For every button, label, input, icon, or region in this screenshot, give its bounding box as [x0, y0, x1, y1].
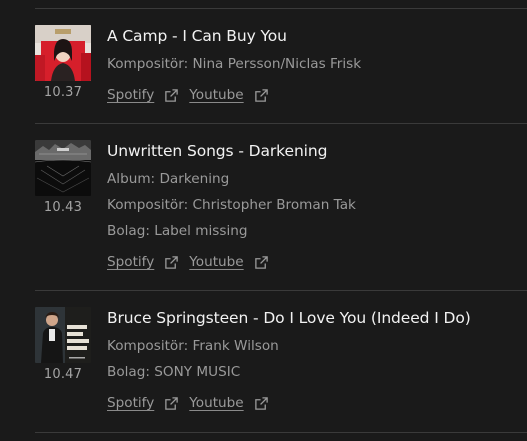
- album-cover[interactable]: [35, 25, 91, 81]
- spotify-link[interactable]: Spotify: [107, 395, 179, 411]
- youtube-link[interactable]: Youtube: [189, 395, 268, 411]
- track-item: 10.37 A Camp - I Can Buy You Kompositör:…: [0, 25, 527, 120]
- track-links: Spotify Youtube: [107, 87, 279, 103]
- composer: Kompositör: Nina Persson/Niclas Frisk: [107, 56, 362, 72]
- external-link-icon: [254, 396, 268, 410]
- external-link-icon: [254, 88, 268, 102]
- label: Bolag: SONY MUSIC: [107, 364, 241, 380]
- album-cover[interactable]: [35, 140, 91, 196]
- divider: [35, 123, 527, 124]
- spotify-link[interactable]: Spotify: [107, 254, 179, 270]
- composer: Kompositör: Christopher Broman Tak: [107, 197, 356, 213]
- divider: [35, 290, 527, 291]
- external-link-icon: [165, 255, 179, 269]
- spotify-link[interactable]: Spotify: [107, 87, 179, 103]
- divider: [35, 8, 527, 9]
- track-links: Spotify Youtube: [107, 395, 279, 411]
- album-cover[interactable]: [35, 307, 91, 363]
- play-time: 10.43: [43, 200, 83, 215]
- composer: Kompositör: Frank Wilson: [107, 338, 279, 354]
- track-title: Bruce Springsteen - Do I Love You (Indee…: [107, 309, 471, 327]
- track-item: 10.43 Unwritten Songs - Darkening Album:…: [0, 140, 527, 285]
- external-link-icon: [165, 88, 179, 102]
- playlist: 10.37 A Camp - I Can Buy You Kompositör:…: [0, 0, 527, 441]
- track-links: Spotify Youtube: [107, 254, 279, 270]
- track-item: 10.47 Bruce Springsteen - Do I Love You …: [0, 307, 527, 427]
- album: Album: Darkening: [107, 171, 230, 187]
- play-time: 10.47: [43, 367, 83, 382]
- external-link-icon: [254, 255, 268, 269]
- track-title: A Camp - I Can Buy You: [107, 27, 287, 45]
- youtube-link[interactable]: Youtube: [189, 254, 268, 270]
- external-link-icon: [165, 396, 179, 410]
- divider: [35, 432, 527, 433]
- play-time: 10.37: [43, 85, 83, 100]
- track-title: Unwritten Songs - Darkening: [107, 142, 328, 160]
- youtube-link[interactable]: Youtube: [189, 87, 268, 103]
- label: Bolag: Label missing: [107, 223, 248, 239]
